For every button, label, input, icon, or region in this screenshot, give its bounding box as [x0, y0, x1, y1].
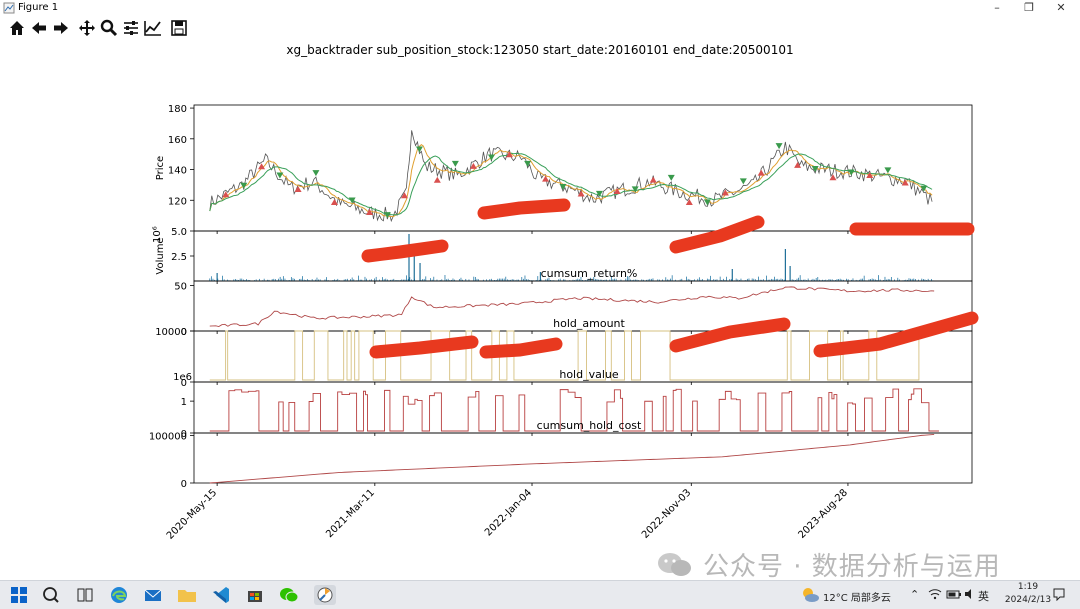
buy-marker	[794, 161, 802, 168]
panel-title: cumsum_hold_cost	[537, 419, 642, 432]
battery-icon[interactable]	[946, 587, 962, 604]
edge-icon[interactable]	[108, 585, 130, 605]
python-figure-app-icon[interactable]	[314, 585, 336, 605]
y-axis-label: Volume	[155, 237, 166, 274]
chart-svg: xg_backtrader sub_position_stock:123050 …	[149, 43, 979, 542]
panel-title: cumsum_return%	[541, 267, 638, 280]
clock-time[interactable]: 1:19	[1006, 582, 1050, 592]
sell-marker	[884, 167, 892, 174]
watermark: 公众号 · 数据分析与运用	[655, 546, 1055, 582]
vscode-icon[interactable]	[210, 585, 232, 605]
y-tick-label: 100000	[149, 431, 187, 442]
axis-exponent: 1e6	[173, 372, 192, 383]
notification-icon[interactable]	[1052, 587, 1066, 604]
sell-marker	[739, 178, 747, 185]
task-view-icon[interactable]	[74, 585, 96, 605]
y-tick-label: 180	[168, 104, 187, 115]
window-title: Figure 1	[18, 2, 59, 13]
file-explorer-icon[interactable]	[176, 585, 198, 605]
red-annotation-stroke	[369, 335, 479, 359]
buy-marker	[433, 176, 441, 183]
sell-marker	[451, 160, 459, 167]
x-tick-label: 2023-Aug-28	[797, 487, 851, 541]
panel-cumsum-hold-cost: 0 100000 cumsum_hold_cost	[149, 419, 973, 490]
volume-icon[interactable]	[963, 587, 977, 604]
windows-start-icon[interactable]	[8, 585, 30, 605]
store-icon[interactable]	[244, 585, 266, 605]
x-tick-label: 2022-Nov-03	[640, 487, 693, 540]
ma-long-line	[209, 152, 933, 216]
y-tick-label: 140	[168, 166, 187, 177]
red-annotation-stroke	[479, 337, 563, 359]
panel-frame	[193, 432, 973, 484]
hold-cost-line	[209, 433, 935, 484]
figure-icon	[3, 2, 15, 17]
zoom-icon[interactable]	[99, 19, 119, 37]
weather-icon[interactable]	[800, 585, 820, 608]
network-icon[interactable]	[928, 587, 942, 604]
y-axis-label: Price	[155, 156, 166, 180]
pan-icon[interactable]	[77, 19, 97, 37]
x-tick-label: 2021-Mar-11	[324, 487, 377, 540]
buy-marker	[330, 199, 338, 206]
search-icon[interactable]	[40, 585, 62, 605]
back-icon[interactable]	[29, 19, 49, 37]
taskbar: 12°C 局部多云 ⌃ 英 1:19 2024/2/13	[0, 580, 1080, 609]
panel-price: 120 140 160 180 Price	[155, 104, 973, 234]
y-tick-label: 0	[181, 479, 187, 490]
figure-canvas[interactable]: xg_backtrader sub_position_stock:123050 …	[0, 40, 1080, 580]
edit-axis-icon[interactable]	[143, 19, 163, 37]
red-annotation-stroke	[361, 239, 449, 263]
window-titlebar: Figure 1 – ❐ ✕	[0, 0, 1080, 16]
y-tick-label: 1	[181, 397, 187, 408]
input-language[interactable]: 英	[978, 588, 989, 604]
plot-toolbar	[0, 16, 1080, 40]
mail-icon[interactable]	[142, 585, 164, 605]
home-icon[interactable]	[7, 19, 27, 37]
red-annotation-stroke	[477, 198, 571, 220]
panel-title: hold_value	[559, 368, 619, 381]
sell-marker	[775, 143, 783, 150]
configure-subplots-icon[interactable]	[121, 19, 141, 37]
y-tick-label: 2.5	[171, 252, 187, 263]
price-line	[209, 130, 933, 223]
save-icon[interactable]	[169, 19, 189, 37]
chevron-up-icon[interactable]: ⌃	[910, 588, 919, 601]
wechat-icon	[658, 553, 691, 576]
y-tick-label: 10000	[155, 327, 187, 338]
forward-icon[interactable]	[51, 19, 71, 37]
x-tick-label: 2022-Jan-04	[483, 487, 534, 538]
y-tick-label: 5.0	[171, 227, 187, 238]
panel-frame	[193, 104, 973, 232]
buy-marker	[757, 169, 765, 176]
close-button[interactable]: ✕	[1044, 0, 1078, 16]
sell-marker	[312, 170, 320, 177]
buy-marker	[649, 176, 657, 183]
y-tick-label: 160	[168, 135, 187, 146]
weather-text[interactable]: 12°C 局部多云	[823, 589, 891, 604]
y-tick-label: 120	[168, 196, 187, 207]
minimize-button[interactable]: –	[980, 0, 1014, 16]
sell-marker	[667, 174, 675, 181]
x-tick-label: 2020-May-15	[165, 487, 219, 541]
red-annotation-stroke	[669, 215, 765, 254]
red-annotation-stroke	[669, 317, 791, 353]
chart-title: xg_backtrader sub_position_stock:123050 …	[286, 43, 793, 57]
maximize-button[interactable]: ❐	[1012, 0, 1046, 16]
ma-short-line	[209, 143, 933, 218]
y-tick-label: 50	[174, 282, 187, 293]
wechat-app-icon[interactable]	[278, 585, 300, 605]
panel-title: hold_amount	[553, 317, 625, 330]
